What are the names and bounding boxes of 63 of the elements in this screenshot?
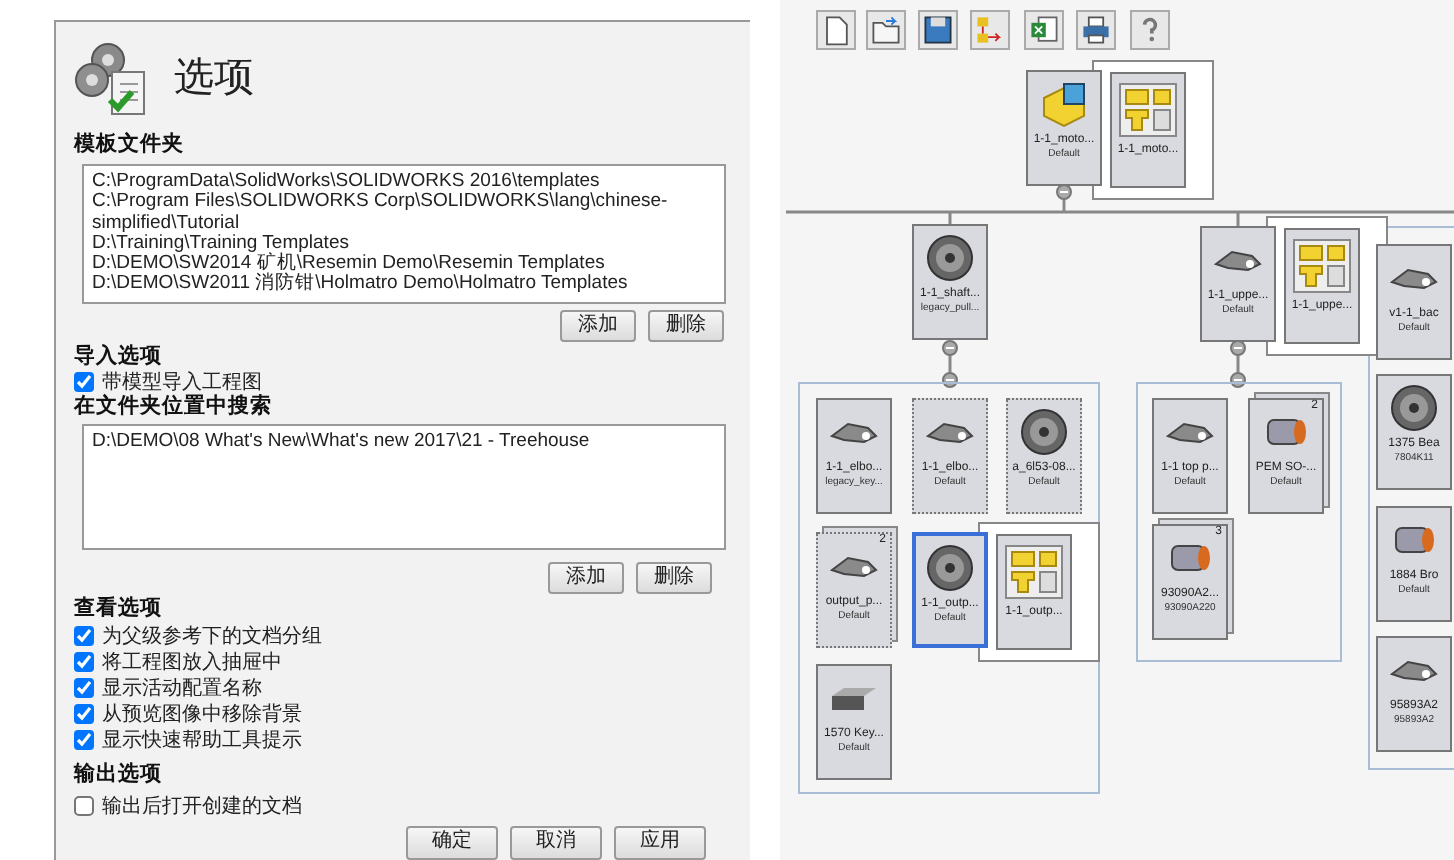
- assembly-icon: [1042, 81, 1086, 127]
- part-drawing: [926, 544, 974, 592]
- checkbox[interactable]: [74, 626, 94, 647]
- collapse-knob[interactable]: [942, 340, 958, 356]
- folder-path[interactable]: D:\DEMO\SW2011 消防钳\Holmatro Demo\Holmatro Templates: [92, 274, 716, 296]
- part-drawing: [926, 234, 974, 282]
- part-drawing: [1393, 526, 1435, 554]
- checkbox[interactable]: [74, 704, 94, 725]
- folder-list[interactable]: [82, 164, 726, 304]
- open-folder-button[interactable]: [866, 10, 906, 50]
- folder-path[interactable]: D:\DEMO\SW2014 矿机\Resemin Demo\Resemin Templates: [92, 254, 716, 275]
- checkbox[interactable]: [74, 652, 94, 673]
- checkbox-label: 显示快速帮助工具提示: [102, 727, 302, 756]
- section-heading: 查看选项: [74, 597, 164, 620]
- part-drawing: [1214, 249, 1262, 271]
- help-button[interactable]: [1130, 10, 1170, 50]
- folder-path[interactable]: C:\Program Files\SOLIDWORKS Corp\SOLIDWORKS\lang\chinese-simplified\Tutorial: [92, 192, 716, 234]
- part-drawing: [830, 421, 878, 443]
- dialog-title: 选项: [174, 54, 254, 104]
- settings-icon: [74, 40, 148, 116]
- part-drawing: [1390, 659, 1438, 681]
- section-heading: 在文件夹位置中搜索: [74, 395, 274, 418]
- part-drawing: [830, 685, 878, 711]
- checkbox[interactable]: [74, 372, 94, 393]
- part-drawing: [926, 421, 974, 443]
- save-button[interactable]: [918, 10, 958, 50]
- folder-path[interactable]: D:\DEMO\08 What's New\What's new 2017\21 - Treehouse: [92, 431, 716, 453]
- part-drawing: [1390, 267, 1438, 289]
- delete-button[interactable]: 删除: [648, 309, 724, 342]
- hierarchy-button[interactable]: [970, 10, 1010, 50]
- section-heading: 输出选项: [74, 763, 164, 786]
- part-drawing: [830, 555, 878, 577]
- drawing-icon: [1290, 236, 1354, 296]
- section-heading: 模板文件夹: [74, 134, 186, 156]
- checkbox[interactable]: [74, 730, 94, 751]
- spreadsheet-button[interactable]: [1024, 10, 1064, 50]
- ok-button[interactable]: 确定: [406, 825, 498, 860]
- delete-button[interactable]: 删除: [636, 561, 712, 594]
- part-drawing: [1166, 421, 1214, 443]
- checkbox-label: 将工程图放入抽屉中: [102, 649, 282, 677]
- checkbox[interactable]: [74, 678, 94, 699]
- drawing-icon: [1116, 80, 1180, 140]
- folder-path[interactable]: D:\Training\Training Templates: [92, 233, 716, 255]
- folder-path[interactable]: C:\ProgramData\SolidWorks\SOLIDWORKS 2016\templates: [92, 172, 716, 193]
- section-heading: 导入选项: [74, 345, 164, 368]
- new-document-button[interactable]: [816, 10, 856, 50]
- apply-button[interactable]: 应用: [614, 825, 706, 860]
- part-drawing: [1390, 384, 1438, 432]
- checkbox-label: 带模型导入工程图: [102, 369, 262, 394]
- cancel-button[interactable]: 取消: [510, 825, 602, 860]
- checkbox-label: 从预览图像中移除背景: [102, 701, 302, 729]
- print-button[interactable]: [1076, 10, 1116, 50]
- drawing-icon: [1002, 542, 1066, 602]
- checkbox-label: 显示活动配置名称: [102, 675, 262, 703]
- checkbox-label: 输出后打开创建的文档: [102, 793, 302, 822]
- part-drawing: [1020, 408, 1068, 456]
- checkbox[interactable]: [74, 796, 94, 817]
- part-drawing: [1265, 418, 1307, 446]
- add-button[interactable]: 添加: [548, 561, 624, 594]
- add-button[interactable]: 添加: [560, 309, 636, 342]
- folder-list[interactable]: D:\DEMO\08 What's New\What's new 2017\21 - Treehouse: [82, 423, 726, 550]
- checkbox-label: 为父级参考下的文档分组: [102, 623, 322, 651]
- part-drawing: [1169, 544, 1211, 572]
